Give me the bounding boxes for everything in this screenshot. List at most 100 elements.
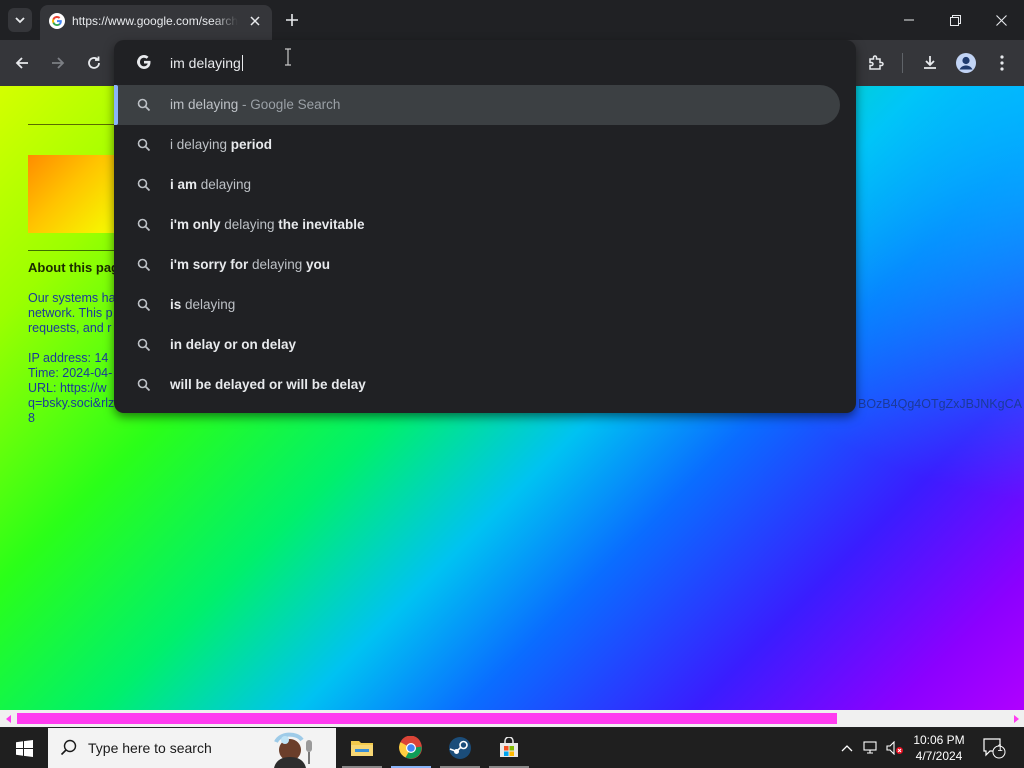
show-hidden-icons-button[interactable] <box>836 728 858 768</box>
taskbar-steam[interactable] <box>436 728 484 768</box>
download-button[interactable] <box>916 49 944 77</box>
plus-icon <box>286 14 298 26</box>
suggestion-text-part: delaying <box>220 217 279 232</box>
close-icon <box>995 14 1007 26</box>
address-bar-text: im delaying <box>170 55 241 71</box>
omnibox-suggestion[interactable]: im delaying - Google Search <box>114 85 840 125</box>
google-favicon-icon <box>49 13 65 29</box>
new-tab-button[interactable] <box>281 9 303 31</box>
suggestion-text-part: the inevitable <box>278 217 365 232</box>
notification-center-button[interactable]: 1 <box>980 728 1008 768</box>
suggestion-suffix: - Google Search <box>238 97 341 112</box>
minimize-button[interactable] <box>886 0 932 40</box>
url-line: q=bsky.soci&rlz <box>28 396 115 410</box>
download-icon <box>924 56 936 69</box>
suggestion-text-part: i am <box>170 177 198 192</box>
taskbar-search-box[interactable]: Type here to search <box>48 728 336 768</box>
reload-icon <box>88 56 100 69</box>
forward-button[interactable] <box>44 49 72 77</box>
omnibox-suggestion[interactable]: i delaying period <box>114 125 856 165</box>
suggestion-text: i'm sorry for delaying you <box>170 257 330 272</box>
omnibox-suggestion[interactable]: i'm only delaying the inevitable <box>114 205 856 245</box>
close-icon <box>250 16 260 26</box>
suggestion-text-part: in delay or on delay <box>170 337 297 352</box>
volume-muted-icon <box>886 741 903 755</box>
browser-tab[interactable]: https://www.google.com/search?q=im+delay… <box>40 5 272 40</box>
horizontal-scrollbar[interactable] <box>0 710 1024 727</box>
suggestion-text: is delaying <box>170 297 235 312</box>
time-line: Time: 2024-04- <box>28 366 113 380</box>
suggestion-text: in delay or on delay <box>170 337 296 352</box>
page-paragraph-line: requests, and r <box>28 321 112 335</box>
start-button[interactable] <box>0 728 48 768</box>
suggestion-text-part: i delaying <box>170 137 231 152</box>
back-icon <box>15 57 28 69</box>
chrome-menu-button[interactable] <box>988 49 1016 77</box>
close-window-button[interactable] <box>978 0 1024 40</box>
extensions-button[interactable] <box>862 49 890 77</box>
text-caret <box>241 55 243 71</box>
suggestion-text: i am delaying <box>170 177 251 192</box>
suggestion-text-part: i'm sorry for <box>170 257 249 272</box>
scroll-thumb[interactable] <box>17 713 837 724</box>
taskbar-chrome[interactable] <box>387 728 435 768</box>
omnibox-suggestion[interactable]: in delay or on delay <box>114 325 856 365</box>
toolbar-separator <box>902 53 903 73</box>
network-tray-button[interactable] <box>860 728 882 768</box>
tab-search-icon <box>15 17 25 24</box>
chevron-up-icon <box>841 745 853 752</box>
reload-button[interactable] <box>80 49 108 77</box>
extensions-icon <box>869 55 884 70</box>
taskbar-microsoft-store[interactable] <box>485 728 533 768</box>
taskbar: Type here to search 10:06 PM 4/7/2024 1 <box>0 728 1024 768</box>
taskbar-file-explorer[interactable] <box>338 728 386 768</box>
tab-strip: https://www.google.com/search?q=im+delay… <box>0 0 1024 40</box>
suggestion-text-part: i'm only <box>170 217 221 232</box>
tab-close-button[interactable] <box>246 12 264 30</box>
scroll-right-button[interactable] <box>1007 710 1024 727</box>
suggestion-text-part: delaying <box>248 257 307 272</box>
address-bar-input[interactable]: im delaying <box>170 52 770 74</box>
volume-tray-button[interactable] <box>884 728 906 768</box>
microsoft-store-icon <box>500 737 518 757</box>
windows-start-icon <box>15 739 33 757</box>
suggestion-text-part: delaying <box>197 177 252 192</box>
restore-button[interactable] <box>932 0 978 40</box>
chrome-icon <box>399 736 422 759</box>
clock-time: 10:06 PM <box>913 733 965 747</box>
omnibox-suggestion[interactable]: i'm sorry for delaying you <box>114 245 856 285</box>
profile-icon <box>956 53 976 73</box>
taskbar-clock[interactable]: 10:06 PM 4/7/2024 <box>906 732 972 764</box>
suggestion-text-part: will be delayed or will be delay <box>170 377 366 392</box>
steam-icon <box>449 737 471 759</box>
search-icon <box>137 338 151 352</box>
search-icon <box>137 378 151 392</box>
ibeam-cursor-icon <box>285 48 291 66</box>
omnibox-suggestion[interactable]: is delaying <box>114 285 856 325</box>
omnibox-suggestion[interactable]: will be delayed or will be delay <box>114 365 856 405</box>
search-icon <box>60 739 77 756</box>
page-logo-image <box>28 155 118 233</box>
search-icon <box>137 178 151 192</box>
url-line: URL: https://w <box>28 381 107 395</box>
omnibox-dropdown: im delaying im delaying - Google Search i… <box>114 40 856 413</box>
menu-icon <box>1000 55 1004 71</box>
divider <box>28 124 118 125</box>
scroll-left-button[interactable] <box>0 710 17 727</box>
file-explorer-icon <box>351 741 373 756</box>
suggestion-text: i delaying period <box>170 137 272 152</box>
page-heading: About this pag <box>28 260 119 275</box>
search-icon <box>137 138 151 152</box>
suggestion-text-part: delaying <box>181 297 236 312</box>
omnibox-suggestion[interactable]: i am delaying <box>114 165 856 205</box>
tab-search-button[interactable] <box>8 8 32 32</box>
search-icon <box>137 258 151 272</box>
suggestion-text: im delaying - Google Search <box>170 97 340 112</box>
suggestion-text-part: period <box>230 137 273 152</box>
profile-button[interactable] <box>952 49 980 77</box>
search-icon <box>137 298 151 312</box>
page-paragraph-line: network. This p <box>28 306 113 320</box>
page-paragraph-line: Our systems ha <box>28 291 116 305</box>
ip-address-line: IP address: 14 <box>28 351 109 365</box>
back-button[interactable] <box>8 49 36 77</box>
